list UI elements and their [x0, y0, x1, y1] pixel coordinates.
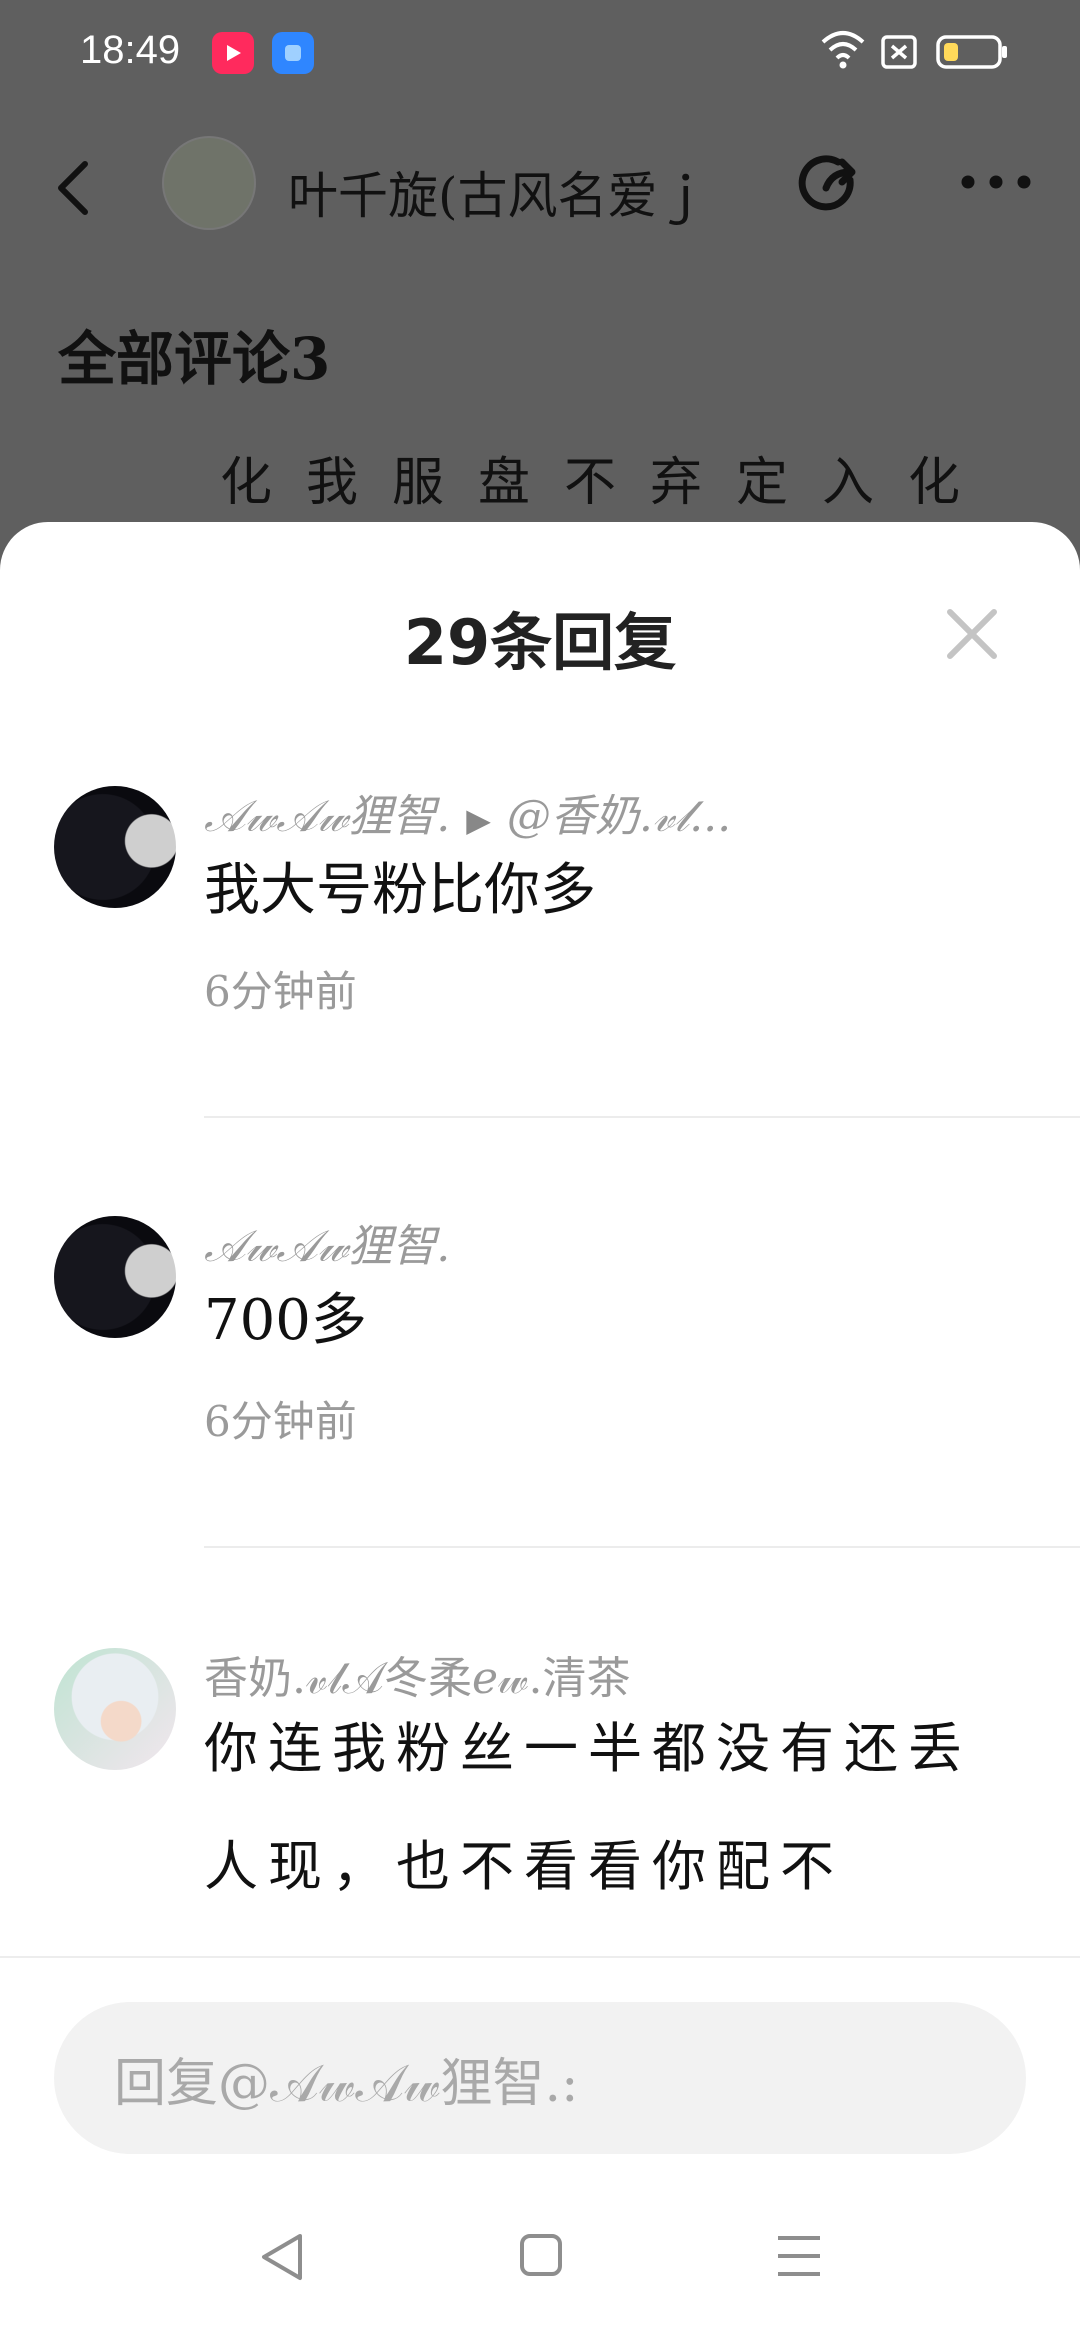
chevron-left-icon[interactable] [55, 160, 91, 216]
no-sim-icon [881, 35, 917, 69]
reply-item[interactable]: 香奶.𝓋𝓁𝒜冬柔𝑒𝓌.清茶 你连我粉丝一半都没有还丢人现，也不看看你配不 [0, 1618, 1080, 1956]
nav-back-icon[interactable] [256, 2230, 306, 2284]
background-page: 18:49 叶千旋(古风名爱ｊ 全部评论3 化我服盘不弃定入化 [0, 0, 1080, 560]
top-bar: 叶千旋(古风名爱ｊ [0, 120, 1080, 250]
replies-sheet: 29条回复 𝒜𝓌𝒜𝓌狸智. ▶ @香奶.𝓋𝓁... 我大号粉比你多 6分钟前 𝒜𝓌𝒜… [0, 522, 1080, 2340]
avatar[interactable] [54, 786, 176, 908]
reply-input[interactable]: 回复@𝒜𝓌𝒜𝓌狸智.: [54, 2002, 1026, 2154]
status-bar: 18:49 [0, 0, 1080, 108]
reply-time: 6分钟前 [204, 967, 357, 1016]
divider [204, 1116, 1080, 1118]
reply-time: 6分钟前 [204, 1397, 357, 1446]
comments-heading: 全部评论3 [58, 325, 331, 393]
status-time: 18:49 [80, 28, 181, 72]
post-title[interactable]: 叶千旋(古风名爱ｊ [288, 156, 758, 228]
reply-text: 我大号粉比你多 [204, 858, 596, 923]
reply-text: 700多 [204, 1288, 367, 1353]
reply-item[interactable]: 𝒜𝓌𝒜𝓌狸智. 700多 6分钟前 [0, 1188, 1080, 1548]
reply-item[interactable]: 𝒜𝓌𝒜𝓌狸智. ▶ @香奶.𝓋𝓁... 我大号粉比你多 6分钟前 [0, 758, 1080, 1118]
comment-partial-text: 化我服盘不弃定入化 [220, 453, 995, 513]
system-nav-bar [0, 2210, 1080, 2320]
reply-text: 你连我粉丝一半都没有还丢人现，也不看看你配不 [204, 1717, 972, 1898]
more-icon[interactable] [960, 174, 1032, 190]
nav-menu-icon[interactable] [776, 2234, 822, 2278]
wifi-icon [821, 31, 865, 69]
author-avatar[interactable] [162, 136, 256, 230]
divider [204, 1546, 1080, 1548]
nav-home-icon[interactable] [518, 2232, 564, 2278]
replies-count-title: 29条回复 [403, 606, 677, 679]
video-app-icon [212, 32, 254, 74]
close-icon[interactable] [940, 602, 1004, 666]
avatar[interactable] [54, 1648, 176, 1770]
battery-icon [936, 35, 1007, 69]
share-icon[interactable] [798, 150, 868, 220]
avatar[interactable] [54, 1216, 176, 1338]
app-notification-icon [272, 32, 314, 74]
